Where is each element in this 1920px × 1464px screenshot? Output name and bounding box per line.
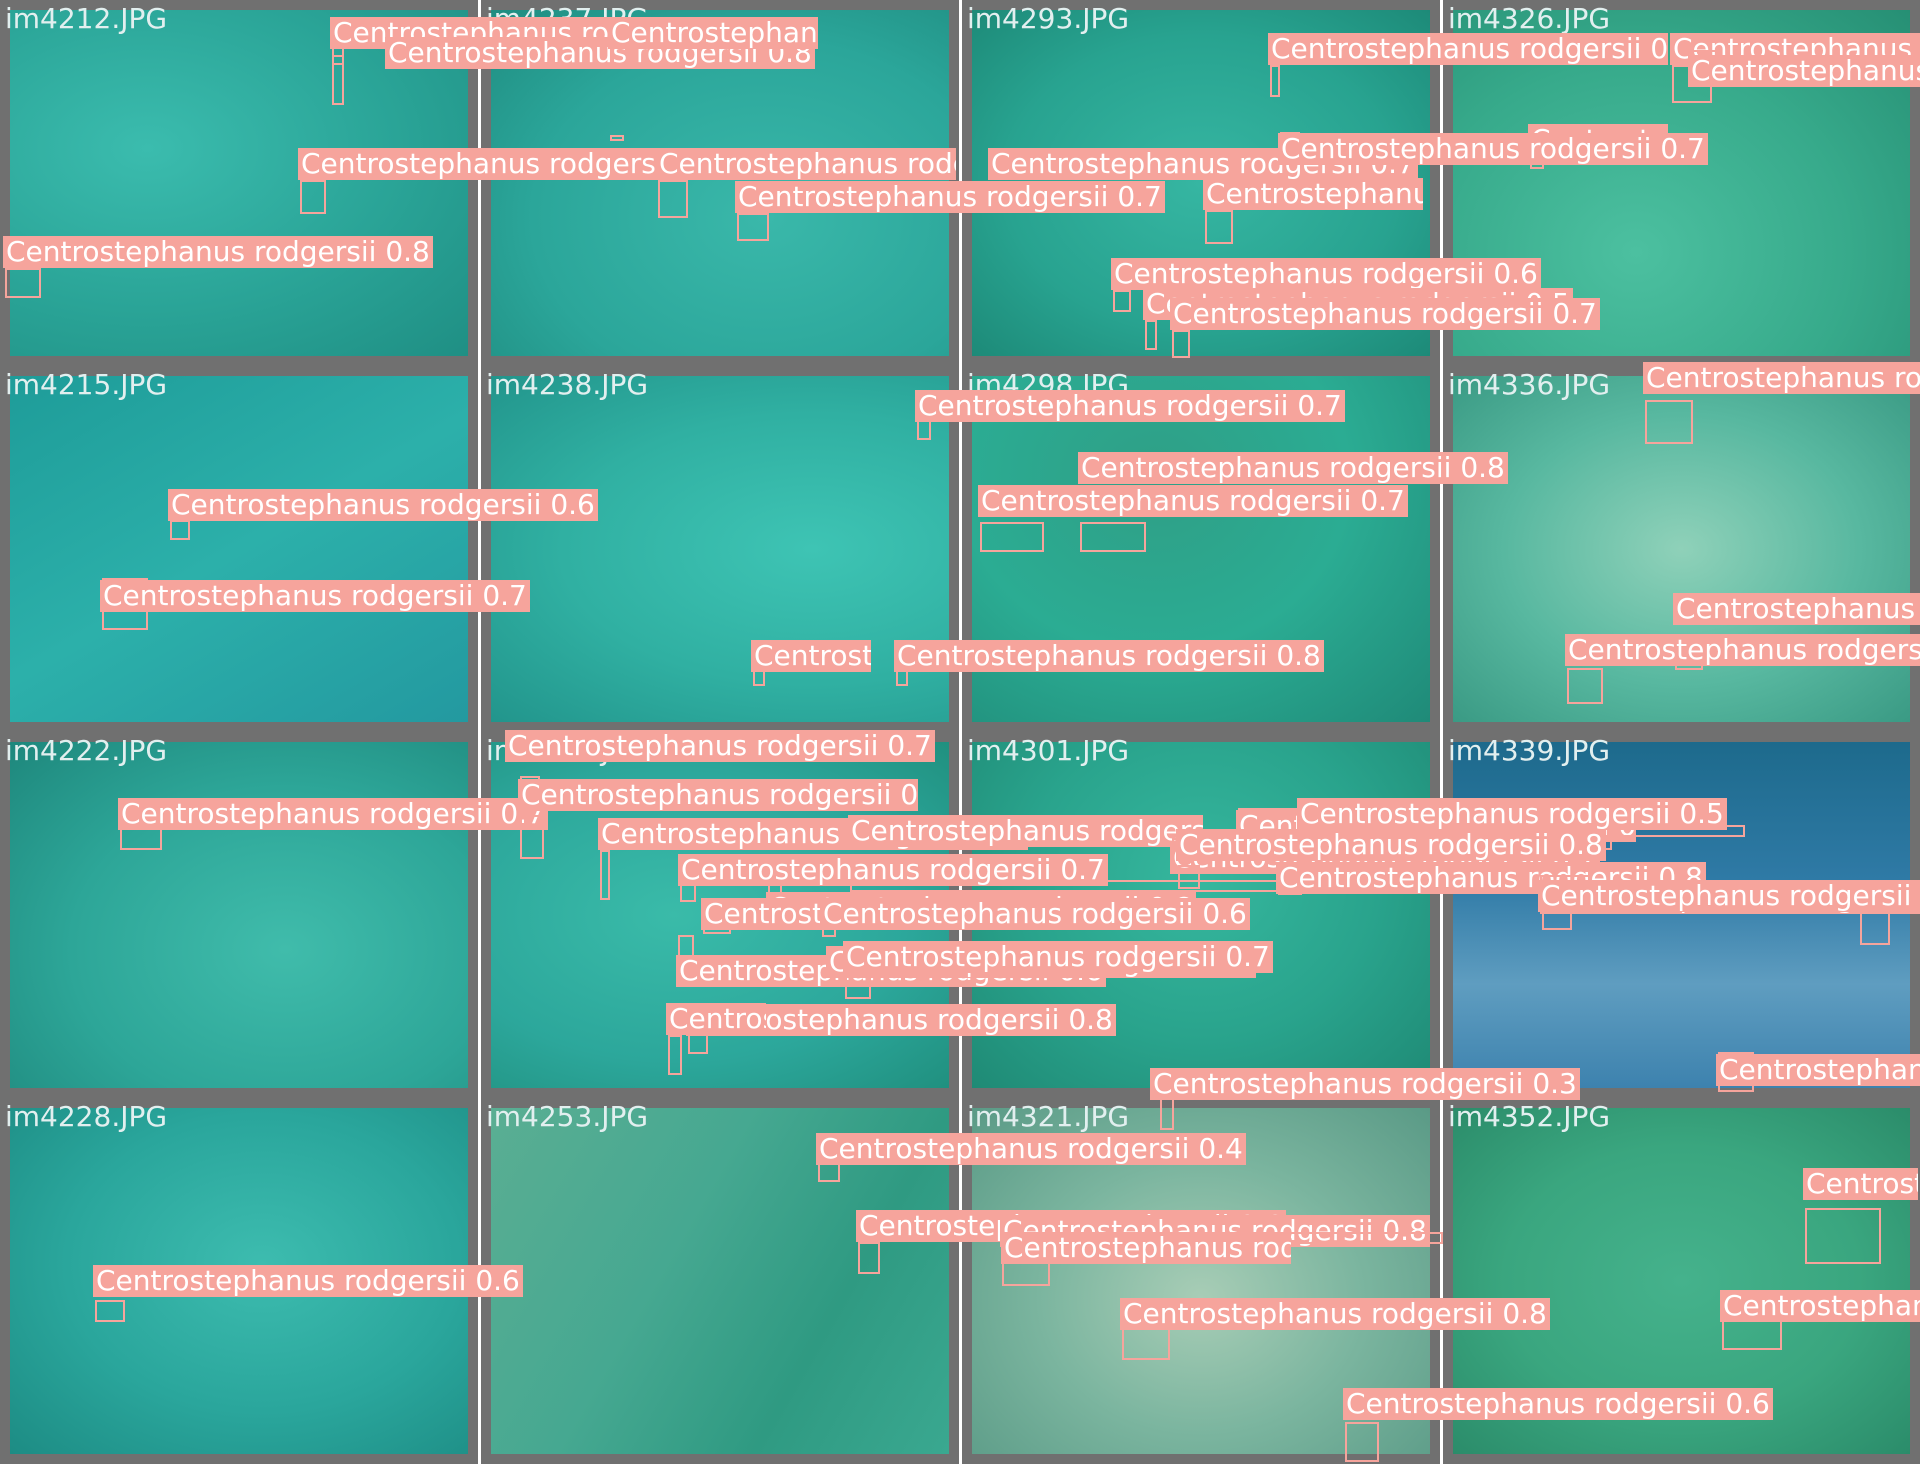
tile-filename: im4293.JPG	[967, 2, 1130, 35]
seafloor-photo	[972, 1108, 1430, 1454]
seafloor-photo	[491, 1108, 949, 1454]
tile-filename: im4352.JPG	[1448, 1100, 1611, 1133]
tile-filename: im4298.JPG	[967, 368, 1130, 401]
seafloor-photo	[1453, 1108, 1910, 1454]
tile-filename: im4326.JPG	[1448, 2, 1611, 35]
seafloor-photo	[10, 10, 468, 356]
image-tile[interactable]: im4212.JPG	[0, 0, 478, 366]
tile-filename: im4237.JPG	[486, 2, 649, 35]
seafloor-photo	[491, 10, 949, 356]
seafloor-photo	[1453, 10, 1910, 356]
seafloor-photo	[10, 376, 468, 722]
image-tile[interactable]: im4301.JPG	[962, 732, 1440, 1098]
image-tile[interactable]: im4239.JPG	[481, 732, 959, 1098]
image-tile[interactable]: im4222.JPG	[0, 732, 478, 1098]
image-tile[interactable]: im4253.JPG	[481, 1098, 959, 1464]
tile-filename: im4336.JPG	[1448, 368, 1611, 401]
tile-filename: im4253.JPG	[486, 1100, 649, 1133]
image-tile[interactable]: im4336.JPG	[1443, 366, 1920, 732]
tile-filename: im4321.JPG	[967, 1100, 1130, 1133]
image-tile[interactable]: im4228.JPG	[0, 1098, 478, 1464]
seafloor-photo	[10, 1108, 468, 1454]
image-tile[interactable]: im4326.JPG	[1443, 0, 1920, 366]
image-tile[interactable]: im4238.JPG	[481, 366, 959, 732]
seafloor-photo	[10, 742, 468, 1088]
seafloor-photo	[1453, 742, 1910, 1088]
image-tile[interactable]: im4215.JPG	[0, 366, 478, 732]
image-tile[interactable]: im4293.JPG	[962, 0, 1440, 366]
seafloor-photo	[972, 10, 1430, 356]
image-tile[interactable]: im4339.JPG	[1443, 732, 1920, 1098]
tile-filename: im4228.JPG	[5, 1100, 168, 1133]
seafloor-photo	[491, 742, 949, 1088]
tile-filename: im4239.JPG	[486, 734, 649, 767]
tile-filename: im4215.JPG	[5, 368, 168, 401]
seafloor-photo	[972, 742, 1430, 1088]
tile-filename: im4339.JPG	[1448, 734, 1611, 767]
seafloor-photo	[1453, 376, 1910, 722]
seafloor-photo	[491, 376, 949, 722]
image-tile[interactable]: im4352.JPG	[1443, 1098, 1920, 1464]
tile-filename: im4301.JPG	[967, 734, 1130, 767]
tile-filename: im4222.JPG	[5, 734, 168, 767]
tile-filename: im4212.JPG	[5, 2, 168, 35]
image-mosaic-grid: im4212.JPG im4237.JPG im4293.JPG im4326.…	[0, 0, 1920, 1464]
tile-filename: im4238.JPG	[486, 368, 649, 401]
image-tile[interactable]: im4298.JPG	[962, 366, 1440, 732]
image-tile[interactable]: im4321.JPG	[962, 1098, 1440, 1464]
seafloor-photo	[972, 376, 1430, 722]
image-tile[interactable]: im4237.JPG	[481, 0, 959, 366]
